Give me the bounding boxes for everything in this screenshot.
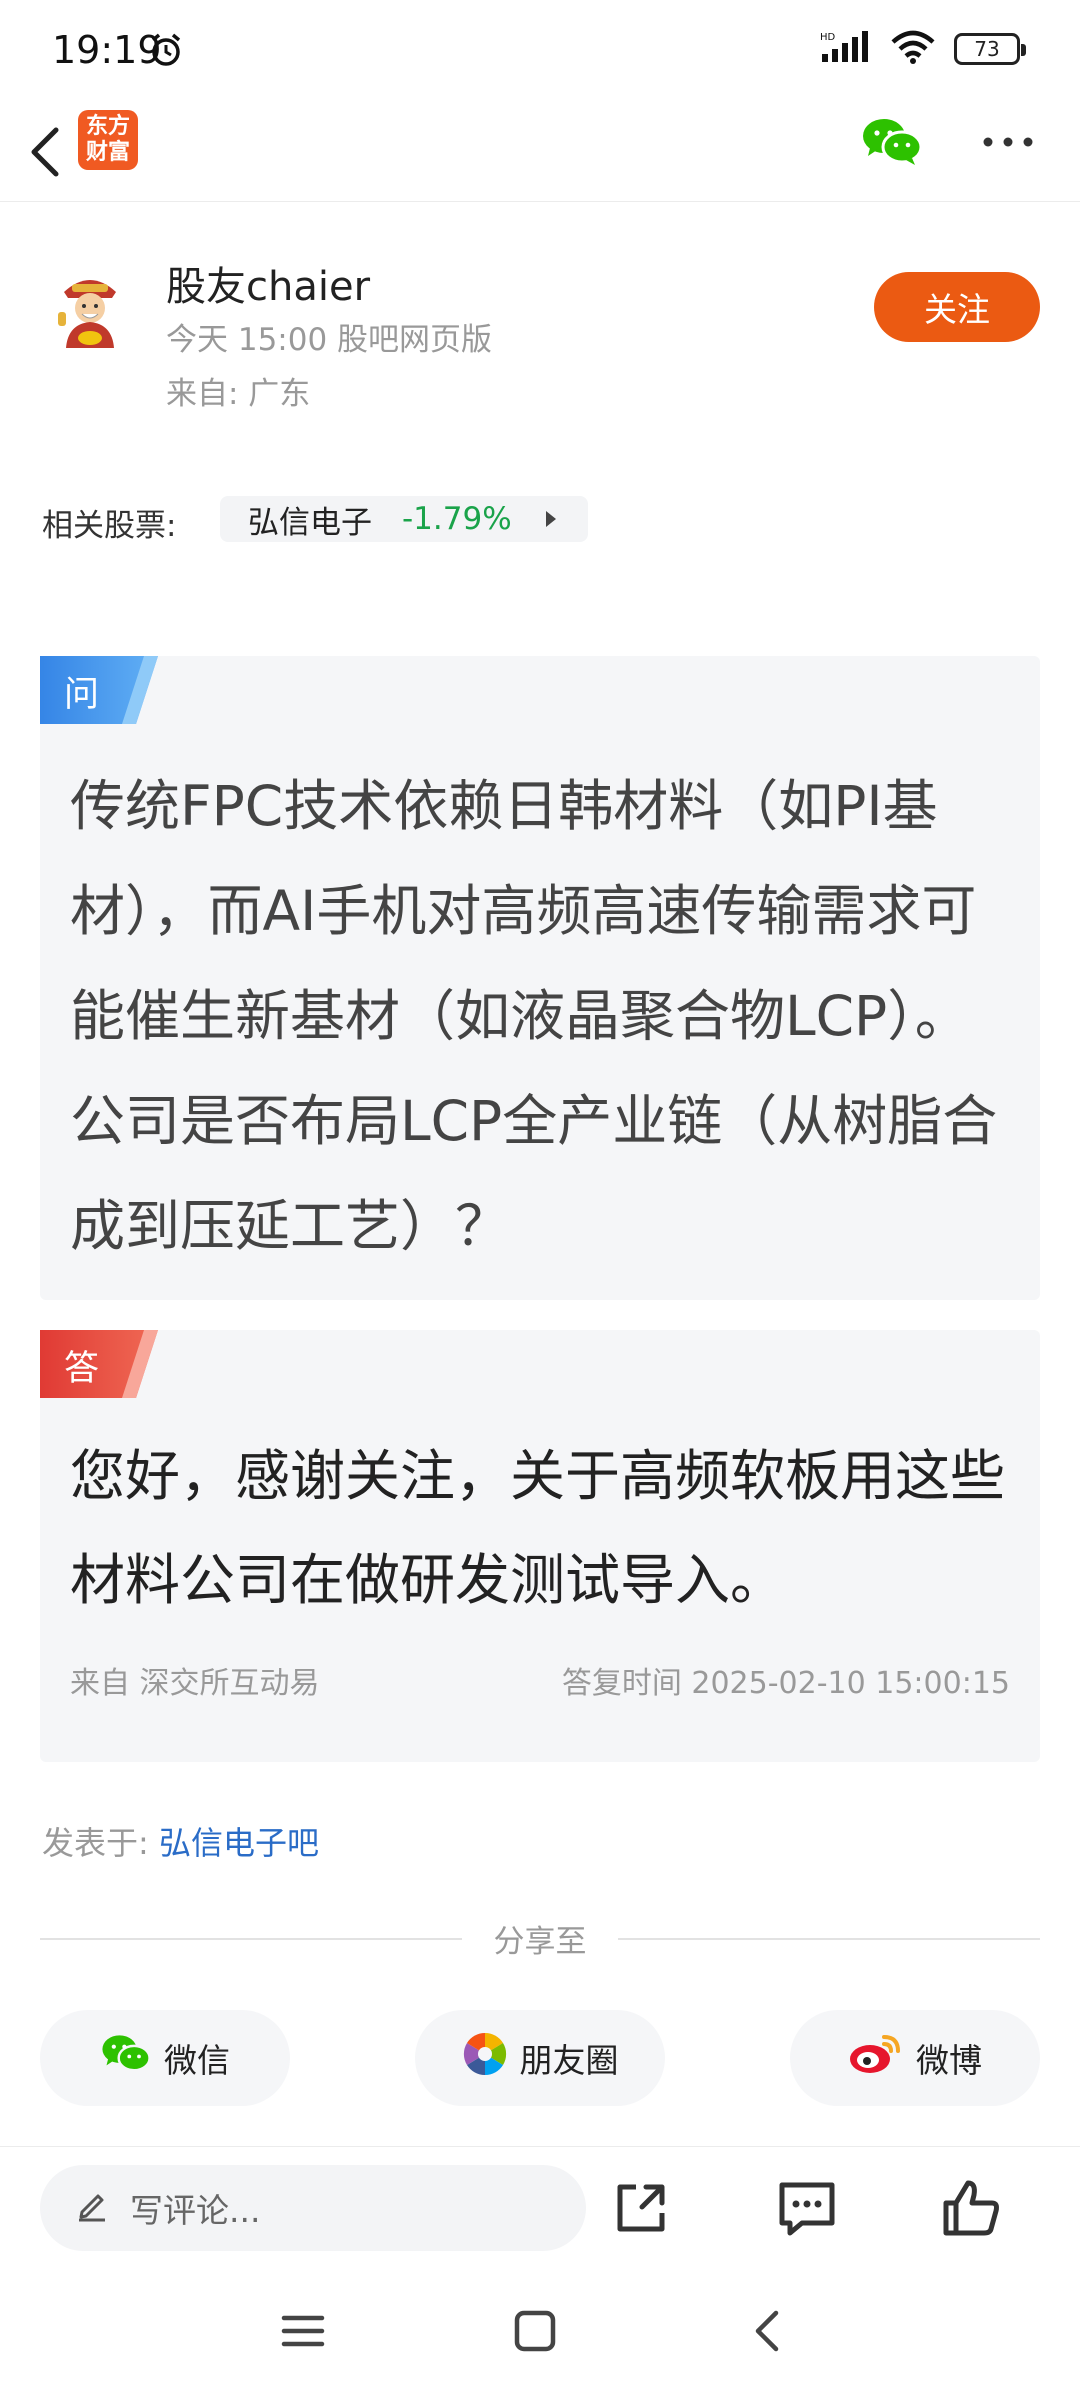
share-moments-label: 朋友圈 xyxy=(519,2041,619,2080)
answer-text: 您好，感谢关注，关于高频软板用这些材料公司在做研发测试导入。 xyxy=(70,1444,1006,1612)
logo-line-1: 东方 xyxy=(85,114,130,139)
top-nav-bar: 东方 财富 xyxy=(0,100,1080,202)
answer-source: 来自 深交所互动易 xyxy=(70,1666,320,1701)
stock-name: 弘信电子 xyxy=(248,504,372,541)
question-tag-label: 问 xyxy=(64,675,100,715)
share-weibo-label: 微博 xyxy=(916,2041,982,2080)
app-logo: 东方 财富 xyxy=(78,110,138,170)
moments-icon xyxy=(462,2031,508,2085)
share-wechat-label: 微信 xyxy=(164,2041,230,2080)
home-icon[interactable] xyxy=(512,2308,558,2358)
logo-line-2: 财富 xyxy=(85,140,130,165)
hd-signal-icon: HD xyxy=(820,30,872,68)
system-nav-bar xyxy=(0,2280,1080,2400)
svg-text:HD: HD xyxy=(820,32,836,43)
stock-bar-link[interactable]: 弘信电子吧 xyxy=(159,1824,319,1862)
share-wechat-button[interactable]: 微信 xyxy=(40,2010,290,2106)
divider xyxy=(618,1938,1040,1940)
back-arrow-icon[interactable] xyxy=(18,116,78,186)
more-icon[interactable] xyxy=(980,120,1036,168)
question-tag: 问 xyxy=(40,656,158,724)
author-name[interactable]: 股友chaier xyxy=(166,254,370,312)
follow-button[interactable]: 关注 xyxy=(874,272,1040,342)
question-text: 传统FPC技术依赖日韩材料（如PI基材），而AI手机对高频高速传输需求可能催生新… xyxy=(70,774,998,1258)
answer-tag: 答 xyxy=(40,1330,158,1398)
wifi-icon xyxy=(890,30,936,68)
posted-in-label: 发表于: xyxy=(42,1824,159,1862)
menu-icon[interactable] xyxy=(280,2308,326,2358)
system-back-icon[interactable] xyxy=(746,2308,792,2358)
divider xyxy=(40,1938,462,1940)
share-icon[interactable] xyxy=(606,2173,676,2243)
comment-placeholder: 写评论... xyxy=(130,2191,261,2230)
comment-icon[interactable] xyxy=(772,2173,842,2243)
wechat-icon[interactable] xyxy=(860,114,924,174)
share-title: 分享至 xyxy=(493,1924,587,1960)
answer-reply-time: 答复时间 2025-02-10 15:00:15 xyxy=(561,1666,1010,1701)
status-time: 19:19 xyxy=(52,28,162,72)
pencil-icon xyxy=(74,2186,110,2230)
related-stocks-label: 相关股票: xyxy=(42,508,177,544)
like-icon[interactable] xyxy=(936,2173,1006,2243)
wechat-icon xyxy=(100,2031,152,2085)
weibo-icon xyxy=(848,2031,904,2085)
share-weibo-button[interactable]: 微博 xyxy=(790,2010,1040,2106)
post-time-source: 今天 15:00 股吧网页版 xyxy=(166,322,493,358)
status-bar: 19:19 HD 73 xyxy=(0,0,1080,100)
caret-right-icon xyxy=(544,501,558,537)
related-stock-chip[interactable]: 弘信电子 -1.79% xyxy=(220,496,588,542)
share-moments-button[interactable]: 朋友圈 xyxy=(415,2010,665,2106)
battery-level: 73 xyxy=(974,37,1000,61)
posted-in: 发表于: 弘信电子吧 xyxy=(42,1818,319,1864)
comment-input[interactable]: 写评论... xyxy=(40,2165,586,2251)
avatar[interactable] xyxy=(42,262,138,358)
alarm-icon xyxy=(148,32,184,72)
answer-tag-label: 答 xyxy=(64,1349,100,1389)
stock-change: -1.79% xyxy=(402,501,512,537)
bottom-action-bar: 写评论... xyxy=(0,2146,1080,2280)
question-card: 问 传统FPC技术依赖日韩材料（如PI基材），而AI手机对高频高速传输需求可能催… xyxy=(40,656,1040,1300)
post-location: 来自: 广东 xyxy=(166,376,311,412)
battery-icon: 73 xyxy=(954,33,1026,65)
answer-card: 答 您好，感谢关注，关于高频软板用这些材料公司在做研发测试导入。 来自 深交所互… xyxy=(40,1330,1040,1762)
